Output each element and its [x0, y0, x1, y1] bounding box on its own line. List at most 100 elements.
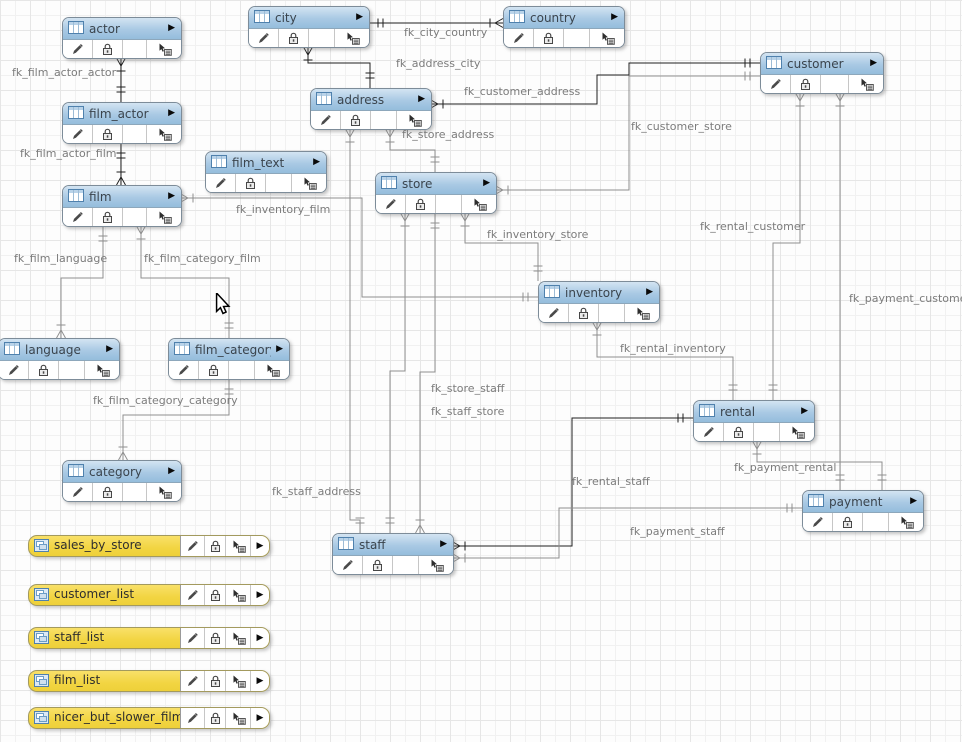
table-header[interactable]: language ▶ — [0, 339, 119, 361]
table-header[interactable]: inventory ▶ — [539, 282, 659, 304]
selector-button[interactable] — [419, 556, 453, 574]
selector-button[interactable] — [590, 29, 624, 47]
selector-button[interactable] — [780, 423, 814, 441]
view-nicer_but_slower_film_list[interactable]: nicer_but_slower_film_list — [28, 707, 270, 729]
lock-button[interactable] — [724, 423, 754, 441]
lock-button[interactable] — [341, 111, 371, 129]
edit-button[interactable] — [181, 708, 205, 728]
relationship-label[interactable]: fk_payment_staff — [630, 525, 725, 538]
table-header[interactable]: actor ▶ — [63, 18, 181, 40]
relationship-fk_staff_store[interactable] — [420, 213, 435, 533]
expand-arrow-icon[interactable]: ▶ — [251, 628, 269, 648]
relationship-label[interactable]: fk_film_actor_actor — [12, 66, 116, 79]
lock-button[interactable] — [199, 361, 229, 379]
expand-arrow-icon[interactable]: ▶ — [276, 345, 283, 354]
lock-button[interactable] — [236, 174, 266, 192]
table-address[interactable]: address ▶ — [310, 88, 432, 130]
table-film[interactable]: film ▶ — [62, 185, 182, 227]
relationship-fk_store_staff[interactable] — [390, 213, 405, 533]
relationship-label[interactable]: fk_payment_customer — [849, 292, 962, 305]
relationship-label[interactable]: fk_store_staff — [431, 382, 504, 395]
table-payment[interactable]: payment ▶ — [802, 490, 924, 532]
selector-button[interactable] — [85, 361, 119, 379]
view-customer_list[interactable]: customer_list — [28, 584, 270, 606]
edit-button[interactable] — [539, 304, 569, 322]
table-city[interactable]: city ▶ — [248, 6, 370, 48]
selector-button[interactable] — [226, 628, 251, 648]
relationship-fk_staff_address[interactable] — [350, 129, 360, 533]
expand-arrow-icon[interactable]: ▶ — [801, 407, 808, 416]
relationship-label[interactable]: fk_inventory_film — [236, 203, 330, 216]
selector-button[interactable] — [147, 208, 181, 226]
expand-arrow-icon[interactable]: ▶ — [168, 24, 175, 33]
table-film_actor[interactable]: film_actor ▶ — [62, 102, 182, 144]
view-film_list[interactable]: film_list — [28, 670, 270, 692]
lock-button[interactable] — [534, 29, 564, 47]
selector-button[interactable] — [292, 174, 326, 192]
lock-button[interactable] — [205, 628, 226, 648]
selector-button[interactable] — [397, 111, 431, 129]
edit-button[interactable] — [181, 585, 205, 605]
expand-arrow-icon[interactable]: ▶ — [251, 536, 269, 556]
lock-button[interactable] — [205, 585, 226, 605]
selector-button[interactable] — [889, 513, 923, 531]
table-header[interactable]: address ▶ — [311, 89, 431, 111]
expand-arrow-icon[interactable]: ▶ — [251, 671, 269, 691]
table-header[interactable]: film_category ▶ — [169, 339, 289, 361]
expand-arrow-icon[interactable]: ▶ — [313, 158, 320, 167]
relationship-fk_film_category_category[interactable] — [123, 379, 229, 460]
expand-arrow-icon[interactable]: ▶ — [356, 13, 363, 22]
selector-button[interactable] — [849, 75, 883, 93]
expand-arrow-icon[interactable]: ▶ — [418, 95, 425, 104]
table-header[interactable]: film_text ▶ — [206, 152, 326, 174]
expand-arrow-icon[interactable]: ▶ — [646, 288, 653, 297]
table-header[interactable]: store ▶ — [376, 173, 496, 195]
relationship-fk_address_city[interactable] — [308, 47, 370, 88]
table-country[interactable]: country ▶ — [503, 6, 625, 48]
lock-button[interactable] — [363, 556, 393, 574]
expand-arrow-icon[interactable]: ▶ — [251, 585, 269, 605]
table-header[interactable]: payment ▶ — [803, 491, 923, 513]
expand-arrow-icon[interactable]: ▶ — [168, 109, 175, 118]
table-staff[interactable]: staff ▶ — [332, 533, 454, 575]
selector-button[interactable] — [147, 125, 181, 143]
table-header[interactable]: staff ▶ — [333, 534, 453, 556]
lock-button[interactable] — [205, 671, 226, 691]
edit-button[interactable] — [761, 75, 791, 93]
edit-button[interactable] — [169, 361, 199, 379]
expand-arrow-icon[interactable]: ▶ — [870, 59, 877, 68]
selector-button[interactable] — [226, 708, 251, 728]
edit-button[interactable] — [803, 513, 833, 531]
table-language[interactable]: language ▶ — [0, 338, 120, 380]
lock-button[interactable] — [833, 513, 863, 531]
lock-button[interactable] — [29, 361, 59, 379]
relationship-label[interactable]: fk_film_actor_film — [20, 147, 117, 160]
expand-arrow-icon[interactable]: ▶ — [483, 179, 490, 188]
relationship-label[interactable]: fk_city_country — [404, 26, 487, 39]
relationship-label[interactable]: fk_staff_address — [272, 485, 361, 498]
table-rental[interactable]: rental ▶ — [693, 400, 815, 442]
relationship-label[interactable]: fk_staff_store — [431, 405, 504, 418]
selector-button[interactable] — [147, 40, 181, 58]
table-header[interactable]: rental ▶ — [694, 401, 814, 423]
selector-button[interactable] — [462, 195, 496, 213]
table-customer[interactable]: customer ▶ — [760, 52, 884, 94]
relationship-label[interactable]: fk_customer_address — [464, 85, 580, 98]
table-film_text[interactable]: film_text ▶ — [205, 151, 327, 193]
relationship-fk_rental_inventory[interactable] — [597, 322, 733, 400]
expand-arrow-icon[interactable]: ▶ — [251, 708, 269, 728]
table-header[interactable]: customer ▶ — [761, 53, 883, 75]
edit-button[interactable] — [333, 556, 363, 574]
edit-button[interactable] — [63, 40, 93, 58]
table-actor[interactable]: actor ▶ — [62, 17, 182, 59]
table-header[interactable]: category ▶ — [63, 461, 181, 483]
table-store[interactable]: store ▶ — [375, 172, 497, 214]
relationship-label[interactable]: fk_rental_customer — [700, 220, 805, 233]
table-header[interactable]: city ▶ — [249, 7, 369, 29]
lock-button[interactable] — [93, 125, 123, 143]
lock-button[interactable] — [93, 483, 123, 501]
view-staff_list[interactable]: staff_list — [28, 627, 270, 649]
relationship-label[interactable]: fk_film_category_category — [93, 394, 238, 407]
diagram-canvas[interactable]: fk_film_actor_actor fk_film_actor_film fk_… — [0, 0, 962, 742]
relationship-label[interactable]: fk_address_city — [396, 57, 480, 70]
